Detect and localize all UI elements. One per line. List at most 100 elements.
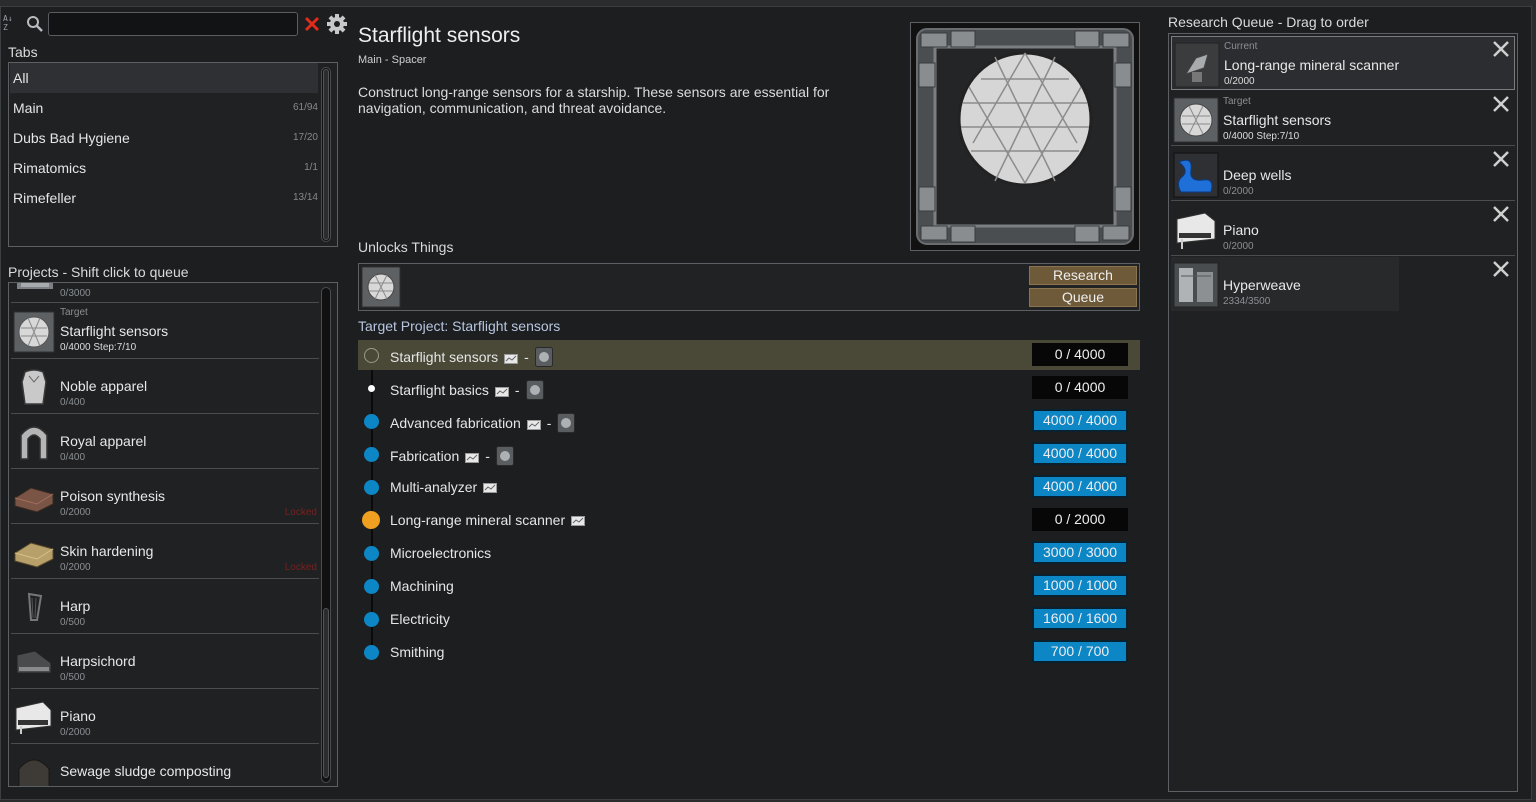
tab-all[interactable]: All xyxy=(10,63,318,93)
skin-hardening-icon xyxy=(14,542,54,568)
tabs-scroll-thumb[interactable] xyxy=(323,69,329,240)
project-name: Skin hardening xyxy=(60,543,154,559)
close-icon[interactable] xyxy=(1491,259,1511,279)
poison-synthesis-icon xyxy=(14,487,54,513)
status-dot xyxy=(364,612,379,627)
prerequisite-label: Long-range mineral scanner xyxy=(390,512,566,528)
recipe-icon[interactable] xyxy=(465,450,480,466)
project-row-partial[interactable]: 0/3000 xyxy=(11,283,319,303)
prerequisite-name: Microelectronics xyxy=(390,545,491,561)
project-row[interactable]: Royal apparel 0/400 xyxy=(11,414,319,469)
prerequisite-label: Starflight sensors xyxy=(390,349,499,366)
deep-wells-icon xyxy=(1173,152,1219,198)
gear-icon[interactable] xyxy=(326,13,348,35)
close-icon[interactable] xyxy=(1491,94,1511,114)
project-row[interactable]: Skin hardening 0/2000 Locked xyxy=(11,524,319,579)
prerequisite-row[interactable]: Smithing 700 / 700 xyxy=(358,637,1140,667)
prerequisite-label: Microelectronics xyxy=(390,545,492,561)
status-dot xyxy=(368,385,375,392)
queue-name: Deep wells xyxy=(1223,167,1292,183)
close-icon[interactable] xyxy=(1491,149,1511,169)
projects-scrollbar[interactable] xyxy=(321,287,331,783)
prerequisite-row[interactable]: Multi-analyzer 4000 / 4000 xyxy=(358,472,1140,502)
prerequisite-row[interactable]: Electricity 1600 / 1600 xyxy=(358,604,1140,634)
queue-item[interactable]: Deep wells 0/2000 xyxy=(1171,147,1515,201)
building-thumb-icon[interactable] xyxy=(525,380,544,403)
project-progress: 0/400 xyxy=(60,452,86,463)
locked-label: Locked xyxy=(284,507,317,518)
prerequisite-progress: 0 / 2000 xyxy=(1032,508,1128,531)
project-progress: 0/4000 Step:7/10 xyxy=(60,342,137,353)
prerequisite-name: Long-range mineral scanner xyxy=(390,512,586,529)
clear-search-icon[interactable] xyxy=(302,14,322,34)
queue-progress: 0/4000 Step:7/10 xyxy=(1223,131,1300,142)
status-dot xyxy=(362,511,380,529)
project-row[interactable]: Harp 0/500 xyxy=(11,579,319,634)
building-thumb-icon[interactable] xyxy=(534,347,553,370)
prerequisite-row[interactable]: Starflight sensors - 0 / 4000 xyxy=(358,340,1140,370)
project-name: Royal apparel xyxy=(60,433,147,449)
project-row[interactable]: Poison synthesis 0/2000 Locked xyxy=(11,469,319,524)
sensor-dome-icon[interactable] xyxy=(361,266,401,308)
prerequisite-progress: 1600 / 1600 xyxy=(1032,607,1128,630)
tab-rimefeller[interactable]: Rimefeller 13/14 xyxy=(10,183,318,213)
project-row[interactable]: Harpsichord 0/500 xyxy=(11,634,319,689)
building-thumb-icon[interactable] xyxy=(495,446,514,469)
project-progress: 0/400 xyxy=(60,397,86,408)
tab-count: 17/20 xyxy=(292,132,318,143)
piano-icon xyxy=(15,701,52,734)
projects-scroll-thumb[interactable] xyxy=(323,608,329,778)
prerequisite-row[interactable]: Starflight basics - 0 / 4000 xyxy=(358,373,1140,403)
search-input[interactable] xyxy=(48,12,298,36)
status-dot xyxy=(364,348,379,363)
queue-item[interactable]: Piano 0/2000 xyxy=(1171,202,1515,256)
prerequisite-row[interactable]: Machining 1000 / 1000 xyxy=(358,571,1140,601)
project-row[interactable]: Target Starflight sensors 0/4000 Step:7/… xyxy=(11,304,319,359)
prerequisite-row[interactable]: Microelectronics 3000 / 3000 xyxy=(358,538,1140,568)
prerequisite-row[interactable]: Fabrication - 4000 / 4000 xyxy=(358,439,1140,469)
recipe-icon[interactable] xyxy=(494,384,509,400)
sensor-dome-icon xyxy=(13,311,55,353)
project-name: Sewage sludge composting xyxy=(60,763,232,779)
project-preview-image xyxy=(910,22,1140,251)
prerequisite-progress: 1000 / 1000 xyxy=(1032,574,1128,597)
queue-button[interactable]: Queue xyxy=(1029,288,1137,307)
project-row[interactable]: Piano 0/2000 xyxy=(11,689,319,744)
recipe-icon[interactable] xyxy=(504,351,519,367)
prerequisite-row[interactable]: Long-range mineral scanner 0 / 2000 xyxy=(358,505,1140,535)
project-name: Noble apparel xyxy=(60,378,148,394)
queue-item[interactable]: Target Starflight sensors 0/4000 Step:7/… xyxy=(1171,92,1515,146)
prerequisite-label: Advanced fabrication xyxy=(390,415,521,432)
recipe-icon[interactable] xyxy=(483,480,498,496)
building-thumb-icon[interactable] xyxy=(557,413,576,436)
locked-label: Locked xyxy=(284,562,317,573)
tab-label: Main xyxy=(13,100,44,116)
queue-item-current[interactable]: Current Long-range mineral scanner 0/200… xyxy=(1171,36,1515,90)
tab-dubs-bad-hygiene[interactable]: Dubs Bad Hygiene 17/20 xyxy=(10,123,318,153)
close-icon[interactable] xyxy=(1491,39,1511,59)
recipe-icon[interactable] xyxy=(571,513,586,529)
project-row[interactable]: Sewage sludge composting xyxy=(11,744,319,786)
status-dot xyxy=(364,645,379,660)
tabs-panel: All Main 61/94 Dubs Bad Hygiene 17/20 Ri… xyxy=(8,62,338,247)
research-button[interactable]: Research xyxy=(1029,266,1137,285)
prerequisite-label: Smithing xyxy=(390,644,445,660)
project-progress: 0/3000 xyxy=(60,288,91,299)
recipe-icon[interactable] xyxy=(526,417,541,433)
project-name: Harp xyxy=(60,598,91,614)
queue-item[interactable]: Hyperweave 2334/3500 xyxy=(1171,257,1399,311)
tabs-scrollbar[interactable] xyxy=(321,67,331,242)
tab-main[interactable]: Main 61/94 xyxy=(10,93,318,123)
tab-rimatomics[interactable]: Rimatomics 1/1 xyxy=(10,153,318,183)
queue-name: Long-range mineral scanner xyxy=(1224,57,1400,73)
close-icon[interactable] xyxy=(1491,204,1511,224)
prerequisite-row[interactable]: Advanced fabrication - 4000 / 4000 xyxy=(358,406,1140,436)
sort-az-icon[interactable]: A↓ Z xyxy=(3,14,21,34)
separator: - xyxy=(546,415,552,432)
queue-progress: 0/2000 xyxy=(1224,76,1255,87)
piano-icon xyxy=(1176,212,1216,249)
project-row[interactable]: Noble apparel 0/400 xyxy=(11,359,319,414)
project-progress: 0/2000 xyxy=(60,727,91,738)
prerequisite-progress: 4000 / 4000 xyxy=(1032,409,1128,432)
prerequisite-progress: 3000 / 3000 xyxy=(1032,541,1128,564)
